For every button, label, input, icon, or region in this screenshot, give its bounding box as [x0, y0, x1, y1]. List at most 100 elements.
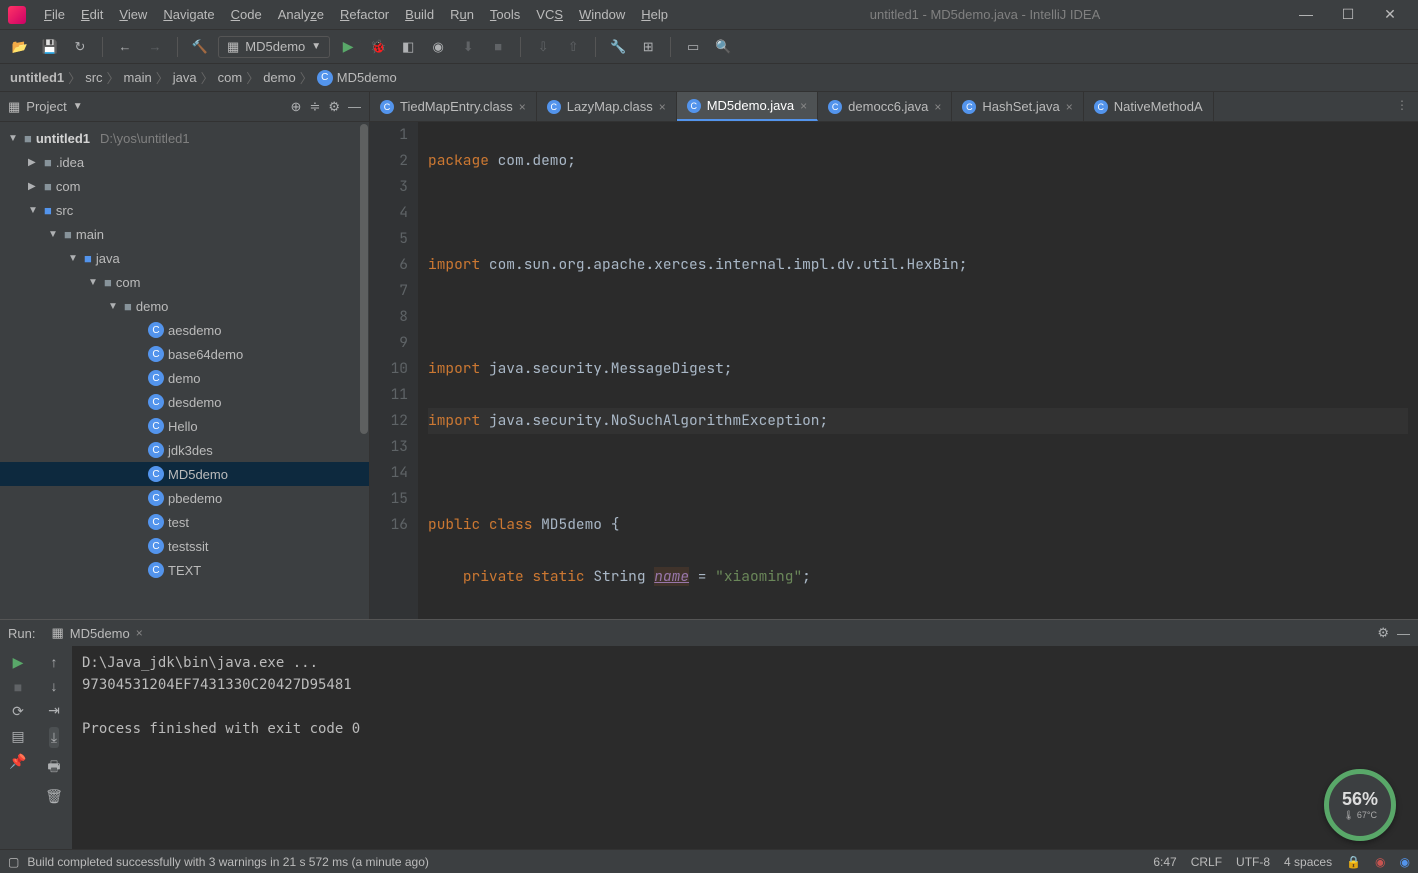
wrap-icon[interactable]: ⇥ [48, 702, 60, 719]
menu-navigate[interactable]: Navigate [155, 7, 222, 22]
crumb-com[interactable]: com [218, 70, 243, 85]
trash-icon[interactable]: 🗑 [45, 788, 63, 805]
tab-active[interactable]: CMD5demo.java× [677, 92, 818, 121]
attach-button[interactable]: ⬇ [456, 35, 480, 59]
close-icon[interactable]: × [800, 99, 807, 113]
tree-item[interactable]: demo [0, 366, 369, 390]
crumb-main[interactable]: main [124, 70, 152, 85]
close-icon[interactable]: × [1066, 100, 1073, 114]
structure-icon[interactable]: ⊞ [636, 35, 660, 59]
build-icon[interactable]: 🔨 [188, 35, 212, 59]
crumb-src[interactable]: src [85, 70, 102, 85]
git-pull-icon[interactable]: ⇩ [531, 35, 555, 59]
scroll-icon[interactable]: ⤓ [49, 727, 59, 748]
down-icon[interactable]: ↓ [51, 678, 58, 694]
tree-item[interactable]: ▼■demo [0, 294, 369, 318]
toolwindow-icon[interactable]: ▢ [8, 855, 19, 869]
cursor-position[interactable]: 6:47 [1153, 855, 1176, 869]
project-tree[interactable]: ▼■ untitled1 D:\yos\untitled1 ▶■.idea ▶■… [0, 122, 369, 619]
profile-button[interactable]: ◉ [426, 35, 450, 59]
notif-icon[interactable]: ◉ [1375, 855, 1385, 869]
restart-icon[interactable]: ⟳ [12, 703, 24, 720]
tab[interactable]: Cdemocc6.java× [818, 92, 952, 121]
tabs-dropdown-icon[interactable]: ⋮ [1386, 92, 1418, 121]
menu-edit[interactable]: Edit [73, 7, 111, 22]
code-editor[interactable]: 1234567 ▶8 9 ▶10 111213141516 package co… [370, 122, 1418, 619]
git-push-icon[interactable]: ⇧ [561, 35, 585, 59]
menu-vcs[interactable]: VCS [528, 7, 571, 22]
coverage-button[interactable]: ◧ [396, 35, 420, 59]
run-button[interactable]: ▶ [336, 35, 360, 59]
open-file-icon[interactable]: 📂 [8, 35, 32, 59]
lock-icon[interactable]: 🔒 [1346, 855, 1361, 869]
menu-tools[interactable]: Tools [482, 7, 528, 22]
print-icon[interactable]: 🖶 [47, 756, 60, 780]
chevron-down-icon[interactable]: ▼ [73, 101, 83, 112]
tree-item-selected[interactable]: MD5demo [0, 462, 369, 486]
menu-build[interactable]: Build [397, 7, 442, 22]
stop-button[interactable]: ■ [486, 35, 510, 59]
tree-item[interactable]: ▼■main [0, 222, 369, 246]
pin-icon[interactable]: 📌 [9, 753, 26, 770]
hide-run-icon[interactable]: — [1397, 626, 1410, 641]
layout-icon[interactable]: ▤ [11, 728, 24, 745]
tree-item[interactable]: testssit [0, 534, 369, 558]
crumb-demo[interactable]: demo [263, 70, 296, 85]
tree-item[interactable]: TEXT [0, 558, 369, 582]
refresh-icon[interactable]: ↻ [68, 35, 92, 59]
tree-item[interactable]: Hello [0, 414, 369, 438]
indent[interactable]: 4 spaces [1284, 855, 1332, 869]
maximize-button[interactable]: ☐ [1336, 6, 1360, 23]
tree-item[interactable]: ▼■java [0, 246, 369, 270]
panel-settings-icon[interactable]: ⚙ [328, 99, 340, 115]
tab[interactable]: CHashSet.java× [952, 92, 1083, 121]
select-opened-icon[interactable]: ⊕ [291, 99, 302, 115]
menu-refactor[interactable]: Refactor [332, 7, 397, 22]
back-icon[interactable]: ← [113, 35, 137, 59]
menu-help[interactable]: Help [633, 7, 676, 22]
hide-panel-icon[interactable]: — [348, 99, 361, 115]
tree-item[interactable]: ▶■.idea [0, 150, 369, 174]
save-icon[interactable]: 💾 [38, 35, 62, 59]
menu-view[interactable]: View [111, 7, 155, 22]
run-settings-icon[interactable]: ⚙ [1377, 625, 1389, 641]
search-icon[interactable]: 🔍 [711, 35, 735, 59]
collapse-icon[interactable]: ≑ [309, 99, 320, 115]
cpu-widget[interactable]: 56% 🌡 67°C [1324, 769, 1396, 841]
tree-item[interactable]: jdk3des [0, 438, 369, 462]
forward-icon[interactable]: → [143, 35, 167, 59]
tab[interactable]: CNativeMethodA [1084, 92, 1214, 121]
line-separator[interactable]: CRLF [1191, 855, 1222, 869]
tree-item[interactable]: desdemo [0, 390, 369, 414]
menu-code[interactable]: Code [223, 7, 270, 22]
run-output[interactable]: D:\Java_jdk\bin\java.exe ... 97304531204… [72, 646, 1418, 849]
tree-item[interactable]: aesdemo [0, 318, 369, 342]
tree-item[interactable]: ▶■com [0, 174, 369, 198]
tab[interactable]: CTiedMapEntry.class× [370, 92, 537, 121]
up-icon[interactable]: ↑ [51, 654, 58, 670]
project-panel-title[interactable]: Project [26, 99, 66, 114]
run-config-selector[interactable]: ▦ MD5demo ▼ [218, 36, 330, 58]
menu-file[interactable]: File [36, 7, 73, 22]
tree-item[interactable]: ▼■src [0, 198, 369, 222]
close-icon[interactable]: × [136, 626, 143, 640]
close-icon[interactable]: × [934, 100, 941, 114]
menu-window[interactable]: Window [571, 7, 633, 22]
code-body[interactable]: package com.demo; import com.sun.org.apa… [418, 122, 1418, 619]
tree-item[interactable]: ▼■com [0, 270, 369, 294]
tree-item[interactable]: pbedemo [0, 486, 369, 510]
menu-analyze[interactable]: Analyze [270, 7, 332, 22]
notif-icon2[interactable]: ◉ [1400, 855, 1410, 869]
run-tab[interactable]: ▦ MD5demo × [43, 625, 150, 641]
tab[interactable]: CLazyMap.class× [537, 92, 677, 121]
tree-item[interactable]: base64demo [0, 342, 369, 366]
crumb-java[interactable]: java [173, 70, 197, 85]
rerun-icon[interactable]: ▶ [13, 654, 24, 671]
close-icon[interactable]: × [519, 100, 526, 114]
crumb-project[interactable]: untitled1 [10, 70, 64, 85]
minimize-button[interactable]: — [1294, 6, 1318, 23]
close-icon[interactable]: × [659, 100, 666, 114]
scrollbar-thumb[interactable] [360, 124, 368, 434]
settings-icon[interactable]: 🔧 [606, 35, 630, 59]
close-button[interactable]: ✕ [1378, 6, 1402, 23]
